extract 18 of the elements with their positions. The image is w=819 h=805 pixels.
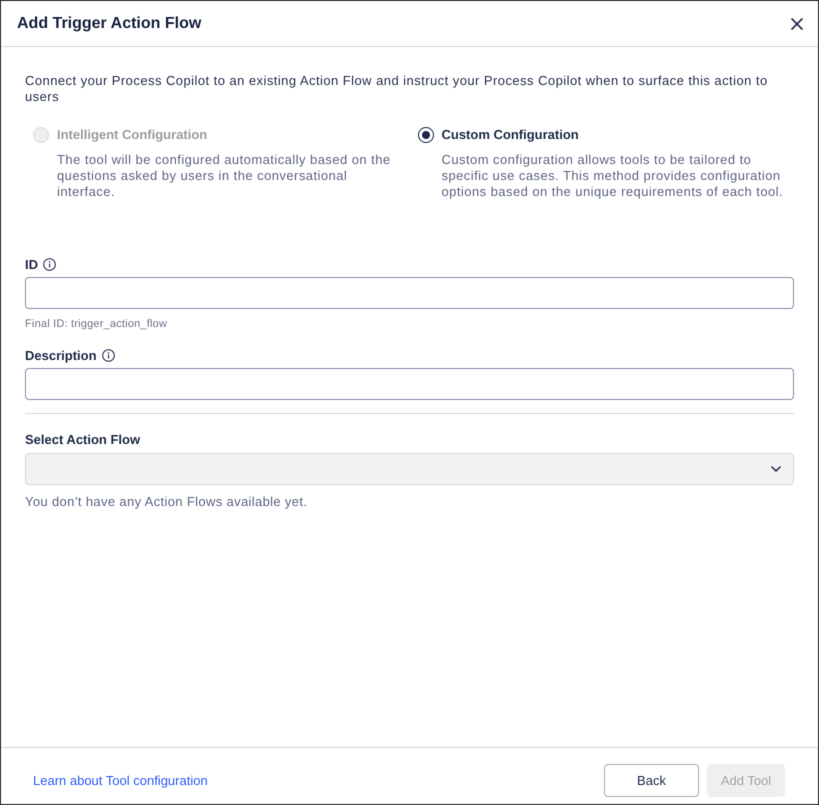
helper-text: Final ID: trigger_action_flow xyxy=(25,317,168,332)
field-label: Description xyxy=(25,346,97,365)
helper-text: You don’t have any Action Flows available yet. xyxy=(25,492,308,511)
input-field[interactable] xyxy=(25,277,794,309)
option-label: Custom Configuration xyxy=(442,126,579,144)
back-button[interactable]: Back xyxy=(604,764,699,797)
field-label: Select Action Flow xyxy=(25,431,140,449)
option-description: Custom configuration allows tools to be tailored to specific use cases. This method provides configuration options based on the unique requirements of each tool. xyxy=(442,152,784,200)
help-link[interactable]: Learn about Tool configuration xyxy=(33,770,208,790)
field-label: ID xyxy=(25,256,38,274)
chevron-down-icon xyxy=(771,466,781,472)
option-description: The tool will be configured automatically based on the questions asked by users in the conversational interface. xyxy=(57,152,392,200)
radio-button[interactable] xyxy=(418,126,434,143)
intro-text: Connect your Process Copilot to an existing Action Flow and instruct your Process Copilot when to surface this action to users xyxy=(25,73,769,105)
close-icon xyxy=(791,18,803,30)
option-label: Intelligent Configuration xyxy=(57,126,208,144)
dialog-title: Add Trigger Action Flow xyxy=(17,14,202,34)
input-field[interactable] xyxy=(25,368,794,400)
